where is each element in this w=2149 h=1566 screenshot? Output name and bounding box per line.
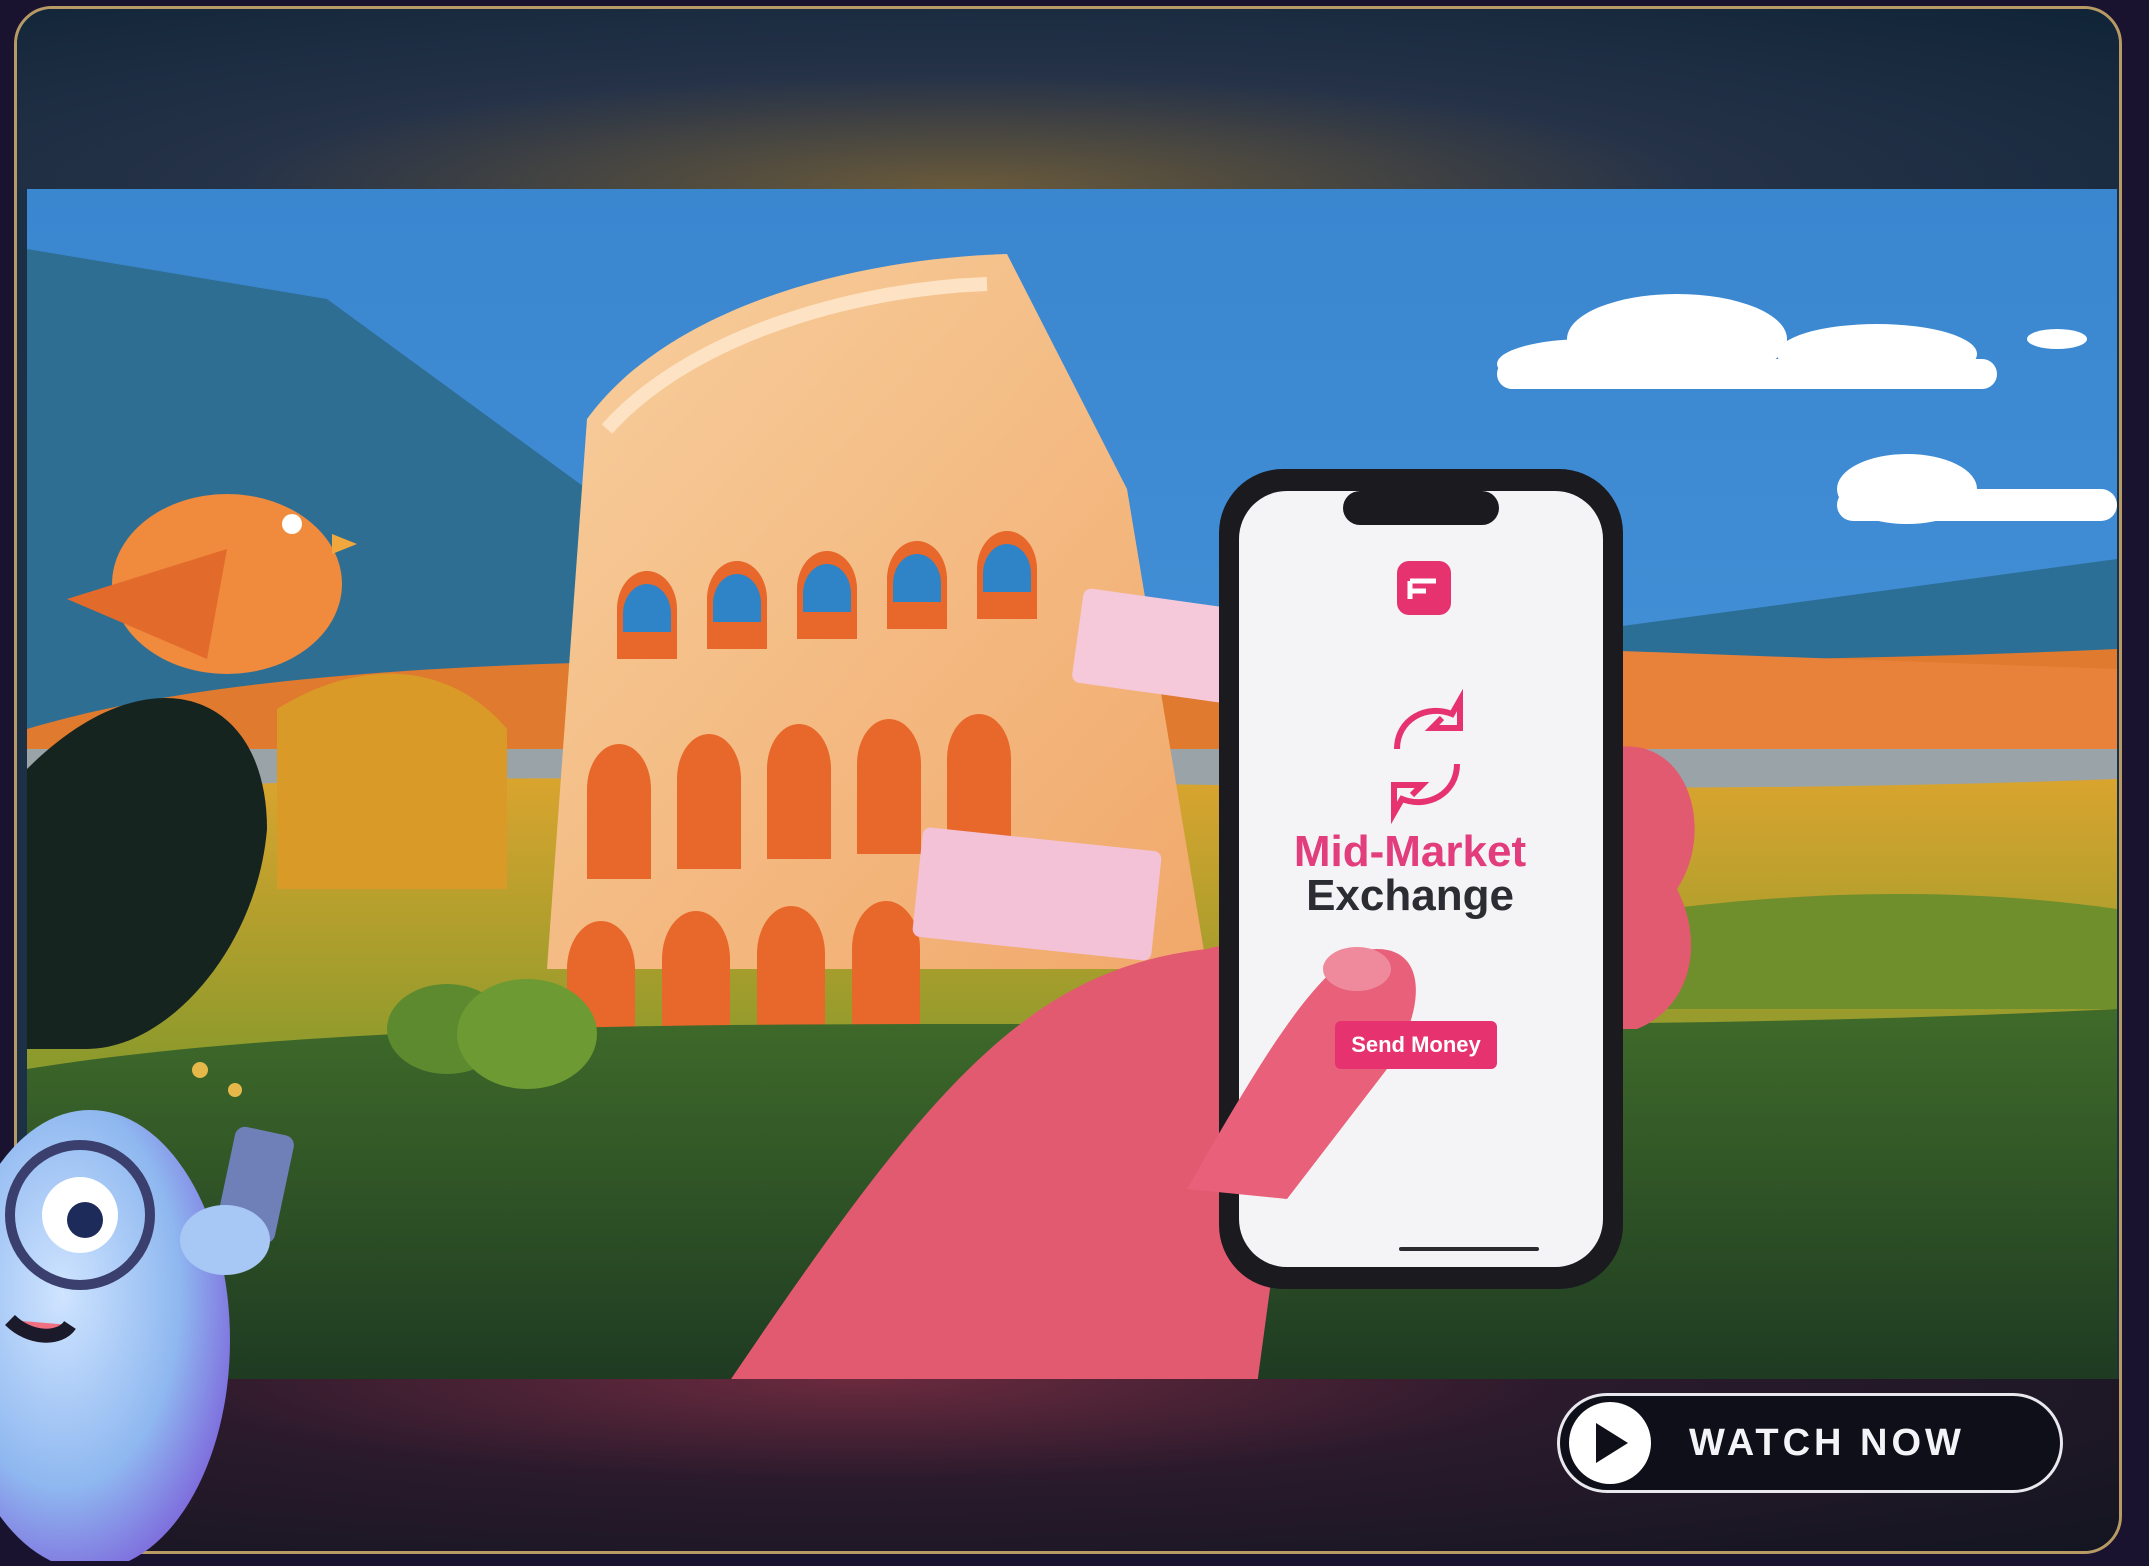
video-thumbnail[interactable] xyxy=(27,189,2117,1385)
play-icon xyxy=(1569,1402,1651,1484)
send-money-button: Send Money xyxy=(1335,1021,1497,1069)
mascot-character xyxy=(0,1020,320,1566)
video-card[interactable]: Mid-Market Exchange Send Money WATCH NOW xyxy=(14,6,2122,1554)
brand-logo-icon xyxy=(1397,561,1451,615)
top-letterbox xyxy=(17,9,2119,189)
phone-title-line2: Exchange xyxy=(1306,871,1514,920)
watch-now-button[interactable]: WATCH NOW xyxy=(1557,1393,2063,1493)
watch-now-label: WATCH NOW xyxy=(1689,1421,1965,1464)
colosseum-illustration xyxy=(27,189,2117,1385)
phone-title-line1: Mid-Market xyxy=(1293,827,1527,876)
